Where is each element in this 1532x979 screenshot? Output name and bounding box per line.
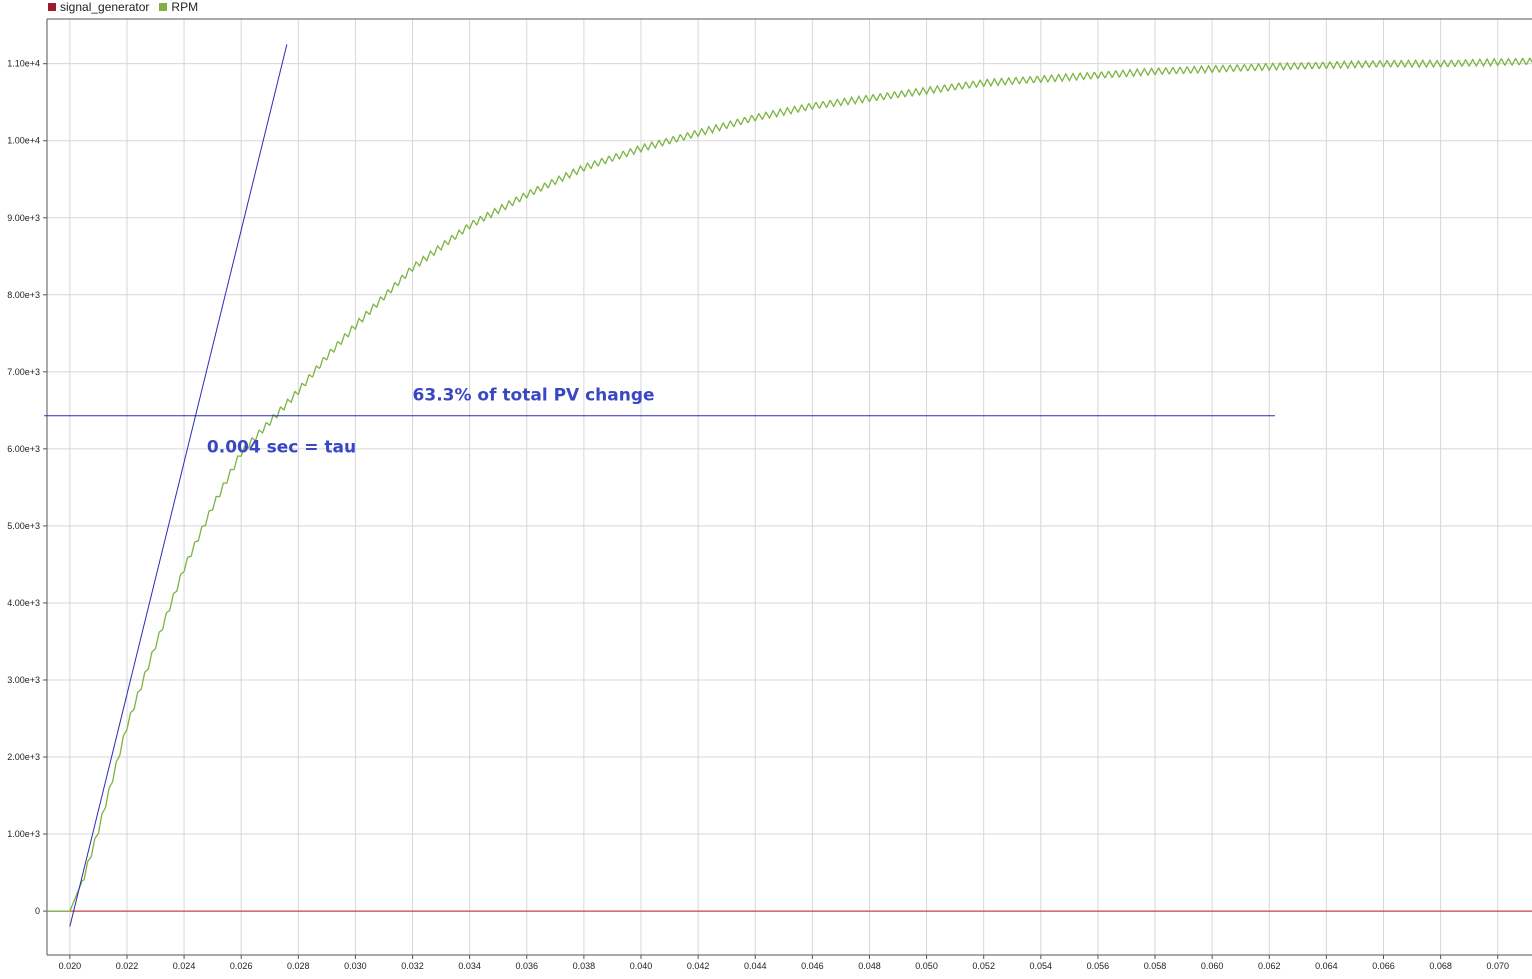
x-tick-label: 0.032 xyxy=(401,961,424,971)
y-tick-label: 4.00e+3 xyxy=(7,598,40,608)
x-tick-label: 0.040 xyxy=(630,961,653,971)
x-tick-label: 0.022 xyxy=(116,961,139,971)
x-tick-label: 0.048 xyxy=(858,961,881,971)
y-tick-label: 8.00e+3 xyxy=(7,290,40,300)
y-tick-label: 1.10e+4 xyxy=(7,59,40,69)
axes: 0.020 0.022 0.024 0.026 0.028 0.030 0.032 0.034… xyxy=(7,18,1532,971)
x-tick-label: 0.026 xyxy=(230,961,253,971)
x-tick-label: 0.052 xyxy=(972,961,995,971)
x-tick-label: 0.064 xyxy=(1315,961,1338,971)
y-tick-label: 6.00e+3 xyxy=(7,444,40,454)
series-rpm-line xyxy=(47,57,1532,912)
y-tick-label: 0 xyxy=(35,906,40,916)
x-tick-label: 0.068 xyxy=(1429,961,1452,971)
tau-annotation: 0.004 sec = tau xyxy=(207,438,356,458)
grid xyxy=(47,19,1532,955)
x-tick-label: 0.054 xyxy=(1030,961,1053,971)
x-tick-label: 0.044 xyxy=(744,961,767,971)
annotations: 63.3% of total PV change 0.004 sec = tau xyxy=(44,44,1275,927)
chart-window: signal_generator RPM 0.020 0.022 0.024 0.02… xyxy=(0,0,1532,979)
y-tick-label: 9.00e+3 xyxy=(7,213,40,223)
x-tick-label: 0.036 xyxy=(516,961,539,971)
x-tick-label: 0.038 xyxy=(573,961,596,971)
y-tick-label: 7.00e+3 xyxy=(7,367,40,377)
y-tick-label: 2.00e+3 xyxy=(7,752,40,762)
x-tick-label: 0.056 xyxy=(1087,961,1110,971)
x-tick-label: 0.042 xyxy=(687,961,710,971)
series-layer xyxy=(47,57,1532,912)
y-tick-label: 1.00e+4 xyxy=(7,136,40,146)
plot-area: 0.020 0.022 0.024 0.026 0.028 0.030 0.032 0.034… xyxy=(7,18,1532,971)
x-tick-label: 0.028 xyxy=(287,961,310,971)
x-tick-label: 0.058 xyxy=(1144,961,1167,971)
y-tick-label: 3.00e+3 xyxy=(7,675,40,685)
y-tick-label: 5.00e+3 xyxy=(7,521,40,531)
tangent-line xyxy=(69,44,288,927)
x-tick-label: 0.066 xyxy=(1372,961,1395,971)
pv-change-annotation: 63.3% of total PV change xyxy=(413,385,655,405)
x-tick-label: 0.024 xyxy=(173,961,196,971)
x-tick-label: 0.034 xyxy=(458,961,481,971)
x-tick-label: 0.062 xyxy=(1258,961,1281,971)
x-tick-label: 0.020 xyxy=(59,961,82,971)
x-tick-label: 0.060 xyxy=(1201,961,1224,971)
x-tick-label: 0.070 xyxy=(1486,961,1509,971)
x-tick-label: 0.030 xyxy=(344,961,367,971)
x-tick-label: 0.050 xyxy=(915,961,938,971)
x-tick-label: 0.046 xyxy=(801,961,824,971)
y-tick-label: 1.00e+3 xyxy=(7,829,40,839)
